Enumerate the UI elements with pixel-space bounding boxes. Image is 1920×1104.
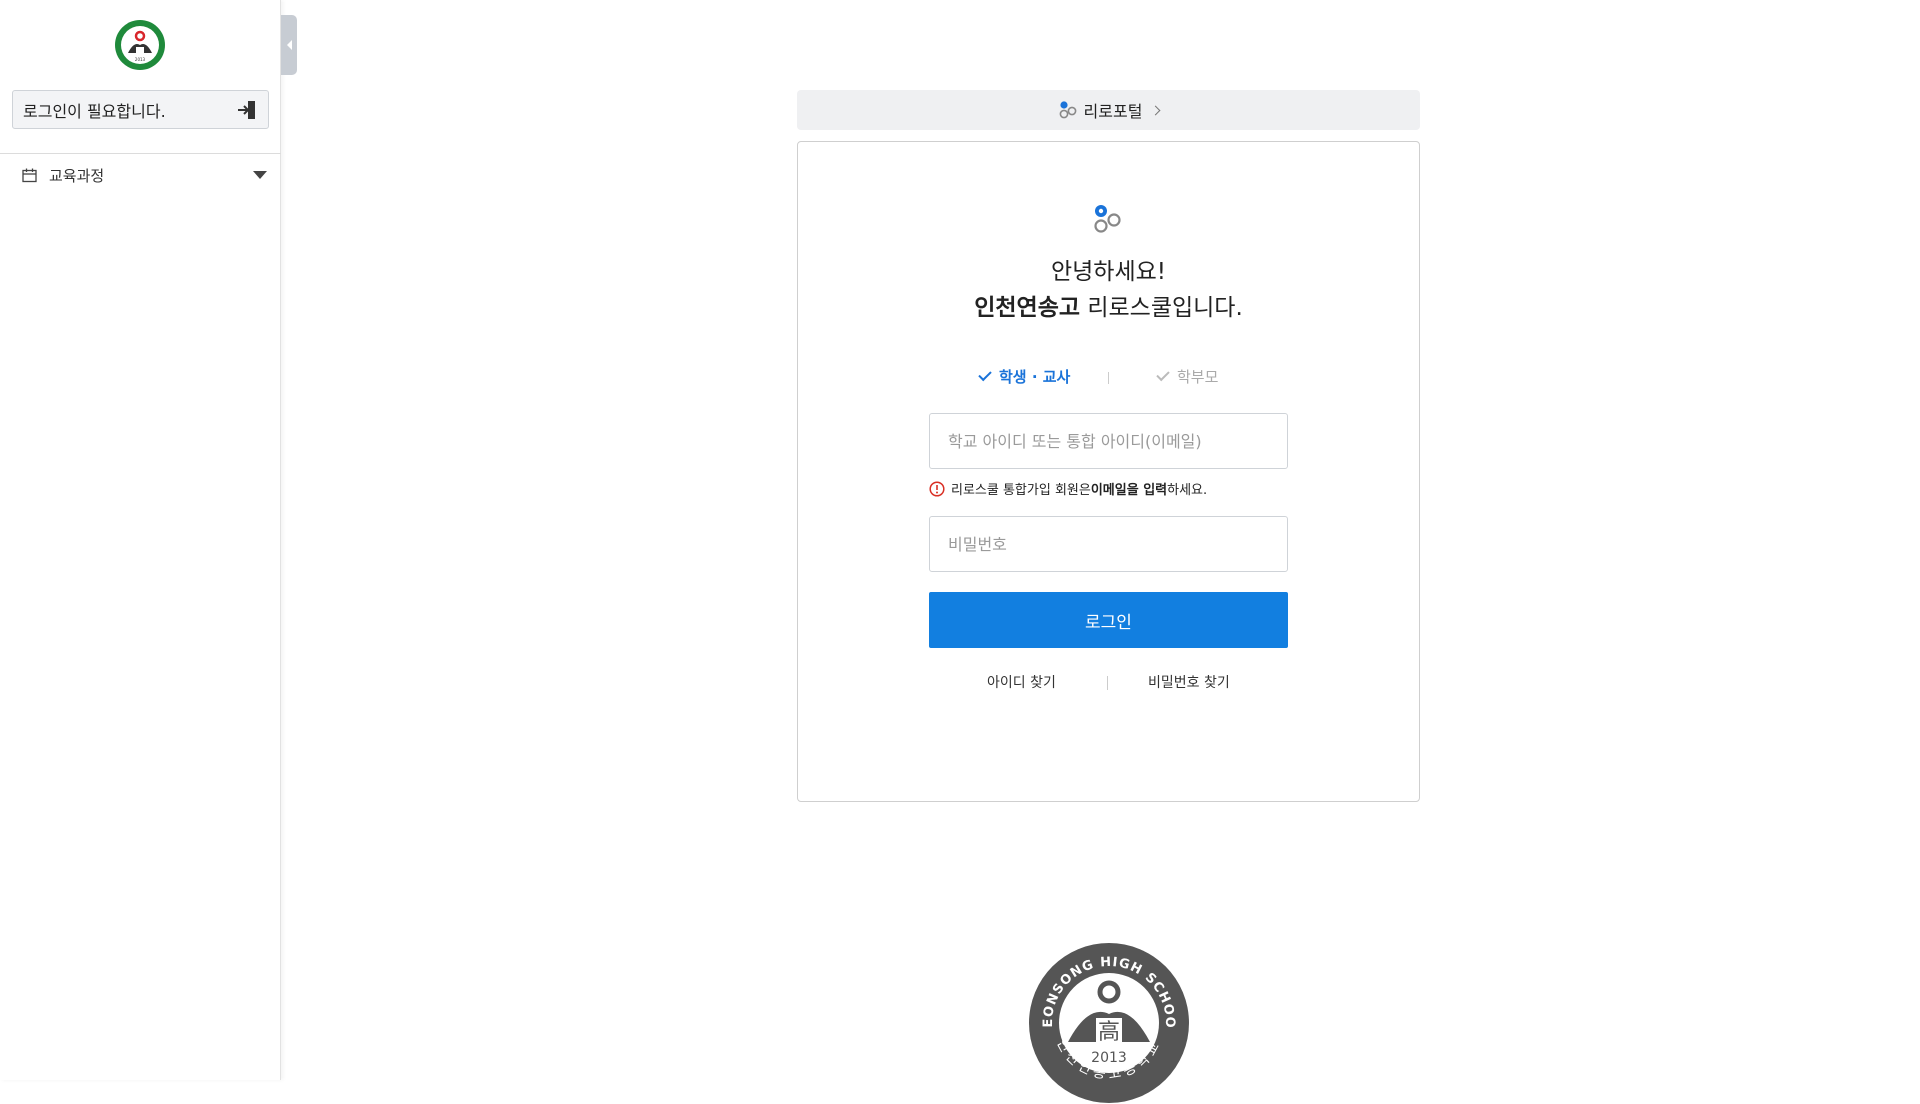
link-separator [1107,676,1108,690]
hint-bold: 이메일을 입력 [1090,483,1168,498]
welcome-text: 인천연송고 리로스쿨입니다. [798,288,1419,322]
check-icon [1156,367,1170,382]
sidebar-item-label: 교육과정 [49,166,105,185]
riro-logo-icon [1059,101,1076,119]
find-id-link[interactable]: 아이디 찾기 [987,672,1056,692]
tab-separator [1108,372,1109,384]
login-button[interactable]: 로그인 [929,592,1288,648]
sign-in-icon [238,100,255,119]
seal-year: 2013 [1091,1050,1127,1066]
calendar-icon [22,168,37,182]
password-input[interactable] [929,516,1288,572]
riro-portal-link[interactable]: 리로포털 [797,90,1420,130]
caret-down-icon [253,171,267,179]
chevron-left-icon [286,40,292,50]
sidebar-collapse-handle[interactable] [281,15,297,75]
login-required-label: 로그인이 필요합니다. [23,101,166,121]
riro-logo-icon [1094,205,1121,233]
school-emblem-icon[interactable]: 2013 [114,19,166,71]
greeting-text: 안녕하세요! [1050,259,1167,285]
riro-portal-label: 리로포털 [1083,102,1143,121]
seal-center-char: 高 [1098,1020,1120,1045]
email-hint: 리로스쿨 통합가입 회원은 이메일을 입력 하세요. [929,479,1207,498]
id-input[interactable] [929,413,1288,469]
chevron-right-icon [1150,105,1161,115]
warning-icon [929,480,945,497]
tab-student-teacher[interactable]: 학생 · 교사 [978,366,1071,387]
svg-text:2013: 2013 [135,57,146,62]
check-icon [978,367,992,382]
tab-parent[interactable]: 학부모 [1156,366,1219,387]
sidebar: 2013 로그인이 필요합니다. 교육과정 [0,0,281,1080]
hint-prefix: 리로스쿨 통합가입 회원은 [951,483,1091,498]
tab-label: 학부모 [1177,368,1219,386]
school-name: 인천연송고 [974,295,1081,321]
find-password-link[interactable]: 비밀번호 찾기 [1148,672,1230,692]
hint-suffix: 하세요. [1167,483,1208,498]
sidebar-divider [0,153,281,154]
account-links: 아이디 찾기 비밀번호 찾기 [798,672,1419,694]
login-required-button[interactable]: 로그인이 필요합니다. [12,90,269,129]
tab-label: 학생 · 교사 [999,368,1071,386]
user-type-tabs: 학생 · 교사 학부모 [798,366,1419,390]
sidebar-item-curriculum[interactable]: 교육과정 [22,163,267,187]
welcome-suffix: 리로스쿨입니다. [1080,295,1243,321]
login-card: 안녕하세요! 인천연송고 리로스쿨입니다. 학생 · 교사 학부모 리로스쿨 통… [797,141,1420,802]
